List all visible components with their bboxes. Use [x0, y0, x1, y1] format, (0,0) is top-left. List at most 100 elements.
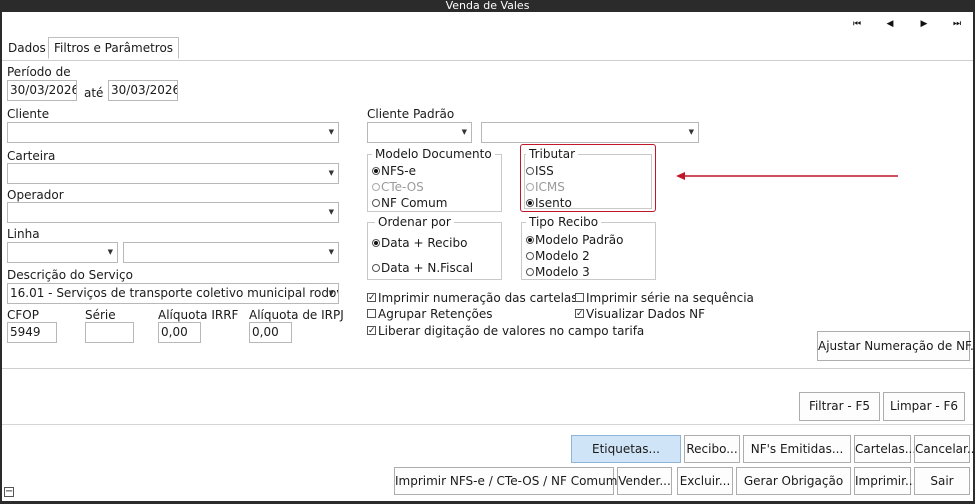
- cfop-input[interactable]: 5949: [7, 322, 57, 343]
- radio-isento-label: Isento: [535, 196, 572, 210]
- radio-cte-os: CTe-OS: [372, 180, 424, 194]
- radio-modelo-3[interactable]: Modelo 3: [526, 265, 590, 279]
- sair-button[interactable]: Sair: [914, 467, 970, 495]
- limpar-button[interactable]: Limpar - F6: [883, 392, 965, 421]
- radio-selected-icon: [372, 239, 380, 247]
- cliente-select[interactable]: ▼: [7, 122, 339, 143]
- cliente-padrao-select-2[interactable]: ▼: [481, 122, 699, 143]
- checkbox-liberar-digitacao-label: Liberar digitação de valores no campo ta…: [378, 324, 645, 338]
- cartelas-button[interactable]: Cartelas...: [854, 435, 916, 463]
- tab-dados[interactable]: Dados: [3, 38, 51, 60]
- cliente-padrao-select-1[interactable]: ▼: [367, 122, 472, 143]
- descricao-label: Descrição do Serviço: [7, 268, 133, 282]
- modelo-documento-title: Modelo Documento: [372, 147, 495, 161]
- operador-select[interactable]: ▼: [7, 202, 339, 223]
- linha-select-1[interactable]: ▼: [7, 242, 118, 263]
- ajustar-numeracao-button[interactable]: Ajustar Numeração de NF...: [817, 331, 975, 361]
- operador-label: Operador: [7, 188, 64, 202]
- radio-isento[interactable]: Isento: [526, 196, 572, 210]
- radio-data-recibo-label: Data + Recibo: [381, 236, 468, 250]
- checkbox-liberar-digitacao[interactable]: Liberar digitação de valores no campo ta…: [367, 324, 644, 338]
- checkbox-agrupar-retencoes[interactable]: Agrupar Retenções: [367, 307, 493, 321]
- serie-input[interactable]: [85, 322, 134, 343]
- aliquota-irpj-input[interactable]: 0,00: [249, 322, 292, 343]
- checkbox-visualizar-dados-nf-label: Visualizar Dados NF: [586, 307, 706, 321]
- checkbox-checked-icon: [575, 307, 584, 321]
- checkbox-icon: [575, 293, 584, 302]
- checkbox-agrupar-retencoes-label: Agrupar Retenções: [378, 307, 493, 321]
- radio-icms-label: ICMS: [535, 180, 565, 194]
- vender-button[interactable]: Vender...: [617, 467, 672, 495]
- radio-data-nfiscal[interactable]: Data + N.Fiscal: [372, 261, 473, 275]
- tab-filtros-parametros[interactable]: Filtros e Parâmetros: [48, 37, 180, 59]
- previous-record-icon[interactable]: ◀: [881, 15, 899, 33]
- radio-nfse[interactable]: NFS-e: [372, 164, 416, 178]
- periodo-start-input[interactable]: 30/03/2026: [7, 80, 77, 101]
- imprimir-button[interactable]: Imprimir...: [854, 467, 916, 495]
- periodo-label: Período de: [7, 65, 71, 79]
- aliquota-irrf-input[interactable]: 0,00: [158, 322, 201, 343]
- imprimir-nfse-button[interactable]: Imprimir NFS-e / CTe-OS / NF Comum...: [394, 467, 629, 495]
- radio-icon: [526, 183, 534, 191]
- footer-divider: [2, 424, 973, 425]
- checkbox-checked-icon: [367, 324, 376, 338]
- checkbox-visualizar-dados-nf[interactable]: Visualizar Dados NF: [575, 307, 705, 321]
- last-record-icon[interactable]: ⏭: [948, 15, 966, 33]
- radio-iss[interactable]: ISS: [526, 164, 554, 178]
- gerar-obrigacao-button[interactable]: Gerar Obrigação: [736, 467, 851, 495]
- radio-modelo-2[interactable]: Modelo 2: [526, 249, 590, 263]
- checkbox-imprimir-serie[interactable]: Imprimir série na sequência: [575, 291, 754, 305]
- chevron-down-icon: ▼: [328, 289, 334, 297]
- linha-select-2[interactable]: ▼: [123, 242, 339, 263]
- checkbox-imprimir-numeracao-label: Imprimir numeração das cartelas: [378, 291, 578, 305]
- radio-iss-label: ISS: [535, 164, 554, 178]
- descricao-select[interactable]: 16.01 - Serviços de transporte coletivo …: [7, 283, 339, 304]
- descricao-value: 16.01 - Serviços de transporte coletivo …: [10, 286, 339, 300]
- chevron-down-icon: ▼: [328, 208, 334, 216]
- radio-cte-os-label: CTe-OS: [381, 180, 424, 194]
- carteira-label: Carteira: [7, 149, 56, 163]
- chevron-down-icon: ▼: [328, 248, 334, 256]
- radio-icon: [526, 268, 534, 276]
- radio-modelo-2-label: Modelo 2: [535, 249, 590, 263]
- next-record-icon[interactable]: ▶: [915, 15, 933, 33]
- cancelar-button[interactable]: Cancelar...: [914, 435, 975, 463]
- collapse-icon[interactable]: −: [4, 487, 14, 497]
- aliquota-irrf-label: Alíquota IRRF: [158, 308, 239, 322]
- aliquota-irpj-label: Alíquota de IRPJ: [249, 308, 344, 322]
- tributar-title: Tributar: [526, 147, 579, 161]
- cliente-padrao-label: Cliente Padrão: [367, 107, 455, 121]
- nfs-emitidas-button[interactable]: NF's Emitidas...: [743, 435, 851, 463]
- radio-nfse-label: NFS-e: [381, 164, 416, 178]
- linha-label: Linha: [7, 227, 40, 241]
- radio-nf-comum[interactable]: NF Comum: [372, 196, 447, 210]
- etiquetas-button[interactable]: Etiquetas...: [571, 435, 681, 463]
- filtrar-button[interactable]: Filtrar - F5: [799, 392, 880, 421]
- ate-label: até: [84, 86, 104, 100]
- window-title: Venda de Vales: [0, 0, 975, 12]
- annotation-arrow-icon: [676, 172, 898, 180]
- radio-nf-comum-label: NF Comum: [381, 196, 448, 210]
- chevron-down-icon: ▼: [328, 128, 334, 136]
- periodo-end-input[interactable]: 30/03/2026: [108, 80, 178, 101]
- checkbox-imprimir-serie-label: Imprimir série na sequência: [586, 291, 754, 305]
- chevron-down-icon: ▼: [461, 128, 467, 136]
- radio-icon: [372, 183, 380, 191]
- chevron-down-icon: ▼: [328, 169, 334, 177]
- radio-icon: [526, 252, 534, 260]
- radio-icon: [372, 199, 380, 207]
- radio-icms: ICMS: [526, 180, 565, 194]
- radio-selected-icon: [372, 167, 380, 175]
- radio-data-recibo[interactable]: Data + Recibo: [372, 236, 467, 250]
- radio-icon: [526, 167, 534, 175]
- cfop-label: CFOP: [7, 308, 39, 322]
- tipo-recibo-title: Tipo Recibo: [526, 215, 602, 229]
- recibo-button[interactable]: Recibo...: [684, 435, 740, 463]
- first-record-icon[interactable]: ⏮: [848, 15, 866, 33]
- checkbox-imprimir-numeracao[interactable]: Imprimir numeração das cartelas: [367, 291, 578, 305]
- carteira-select[interactable]: ▼: [7, 163, 339, 184]
- radio-icon: [372, 264, 380, 272]
- excluir-button[interactable]: Excluir...: [677, 467, 733, 495]
- radio-modelo-padrao[interactable]: Modelo Padrão: [526, 233, 623, 247]
- radio-modelo-padrao-label: Modelo Padrão: [535, 233, 624, 247]
